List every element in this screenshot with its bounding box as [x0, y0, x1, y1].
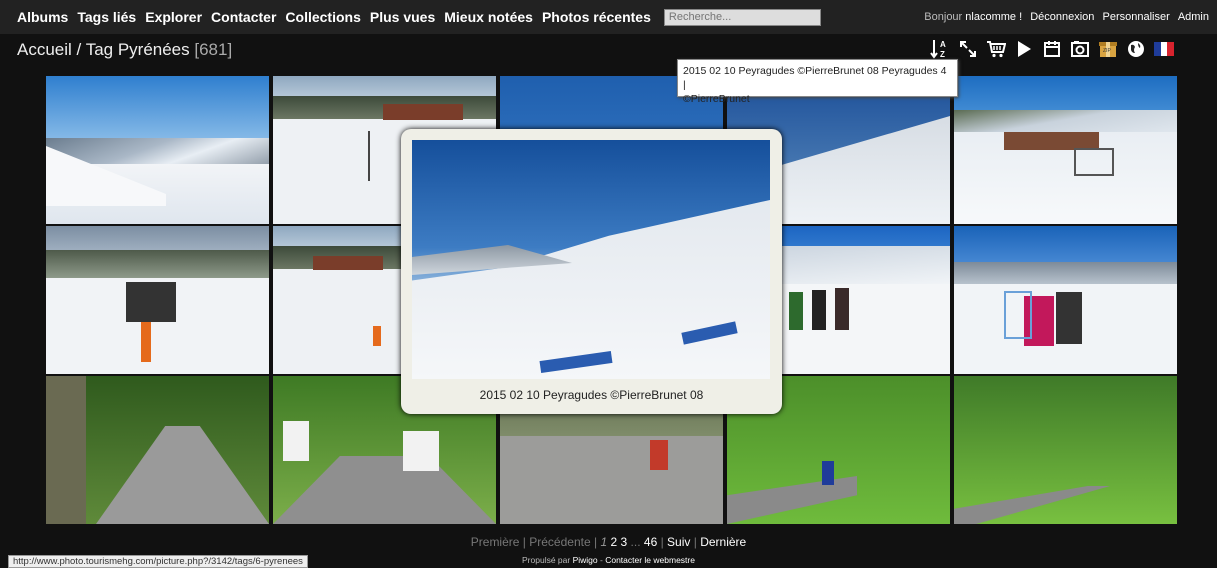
breadcrumb-home-link[interactable]: Accueil: [17, 40, 72, 59]
page-link-2[interactable]: 2: [610, 535, 617, 549]
slideshow-play-icon[interactable]: [1013, 38, 1035, 60]
menu-explore[interactable]: Explorer: [145, 9, 202, 25]
breadcrumb: Accueil / Tag Pyrénées [681]: [17, 40, 232, 60]
last-page-link[interactable]: Dernière: [700, 535, 746, 549]
menu-best-rated[interactable]: Mieux notées: [444, 9, 533, 25]
browser-status-url: http://www.photo.tourismehg.com/picture.…: [8, 555, 308, 568]
menu-albums[interactable]: Albums: [17, 9, 68, 25]
thumbnail[interactable]: [46, 76, 269, 224]
previous-page-link[interactable]: Précédente: [529, 535, 590, 549]
calendar-icon[interactable]: [1041, 38, 1063, 60]
thumbnail[interactable]: [954, 226, 1177, 374]
username-text: nlacomme !: [965, 11, 1023, 23]
page-link-3[interactable]: 3: [621, 535, 628, 549]
greeting-text: Bonjour: [924, 11, 963, 23]
camera-icon[interactable]: [1069, 38, 1091, 60]
cart-icon[interactable]: [985, 38, 1007, 60]
logout-link[interactable]: Déconnexion: [1030, 11, 1094, 23]
pagination-ellipsis: ...: [630, 535, 641, 549]
powered-by-text: Propulsé par: [522, 555, 571, 565]
menu-contact[interactable]: Contacter: [211, 9, 276, 25]
sort-az-icon[interactable]: AZ: [929, 38, 951, 60]
user-nav: Bonjour nlacomme ! Déconnexion Personnal…: [924, 11, 1209, 23]
search-input[interactable]: [663, 8, 821, 26]
svg-text:ZIP: ZIP: [1103, 48, 1111, 54]
image-preview-popup[interactable]: 2015 02 10 Peyragudes ©PierreBrunet 08: [401, 129, 782, 414]
breadcrumb-tag: Tag Pyrénées: [85, 40, 190, 59]
menu-recent-photos[interactable]: Photos récentes: [542, 9, 651, 25]
top-menubar: Albums Tags liés Explorer Contacter Coll…: [0, 0, 1217, 34]
tooltip-line-1: 2015 02 10 Peyragudes ©PierreBrunet 08 P…: [683, 65, 947, 91]
breadcrumb-separator: /: [71, 40, 86, 59]
admin-link[interactable]: Admin: [1178, 11, 1209, 23]
menu-related-tags[interactable]: Tags liés: [77, 9, 136, 25]
globe-map-icon[interactable]: [1125, 38, 1147, 60]
thumbnail[interactable]: [954, 376, 1177, 524]
menu-collections[interactable]: Collections: [285, 9, 360, 25]
thumbnail[interactable]: [46, 376, 269, 524]
thumbnail[interactable]: [954, 76, 1177, 224]
tooltip: 2015 02 10 Peyragudes ©PierreBrunet 08 P…: [677, 59, 958, 105]
next-page-link[interactable]: Suiv: [667, 535, 690, 549]
piwigo-link[interactable]: Piwigo: [573, 555, 598, 565]
page-link-last-number[interactable]: 46: [644, 535, 657, 549]
current-page: 1: [600, 535, 608, 549]
french-flag-icon[interactable]: [1153, 38, 1175, 60]
zip-download-icon[interactable]: ZIP: [1097, 38, 1119, 60]
customize-link[interactable]: Personnaliser: [1102, 11, 1169, 23]
preview-image[interactable]: [412, 140, 770, 379]
main-menu: Albums Tags liés Explorer Contacter Coll…: [17, 0, 821, 34]
svg-text:Z: Z: [940, 50, 945, 59]
pagination: Première | Précédente | 1 2 3 ... 46 | S…: [0, 535, 1217, 549]
svg-text:A: A: [940, 40, 946, 49]
preview-caption: 2015 02 10 Peyragudes ©PierreBrunet 08: [479, 388, 704, 402]
contact-webmaster-link[interactable]: Contacter le webmestre: [605, 555, 695, 565]
first-page-link[interactable]: Première: [471, 535, 520, 549]
tooltip-line-2: ©PierreBrunet: [683, 93, 750, 105]
fullscreen-icon[interactable]: [957, 38, 979, 60]
gallery-toolbar: AZ ZIP: [929, 38, 1181, 60]
thumbnail[interactable]: [46, 226, 269, 374]
title-bar: Accueil / Tag Pyrénées [681] AZ ZIP: [0, 34, 1217, 66]
menu-most-viewed[interactable]: Plus vues: [370, 9, 435, 25]
photo-count: [681]: [194, 40, 233, 59]
